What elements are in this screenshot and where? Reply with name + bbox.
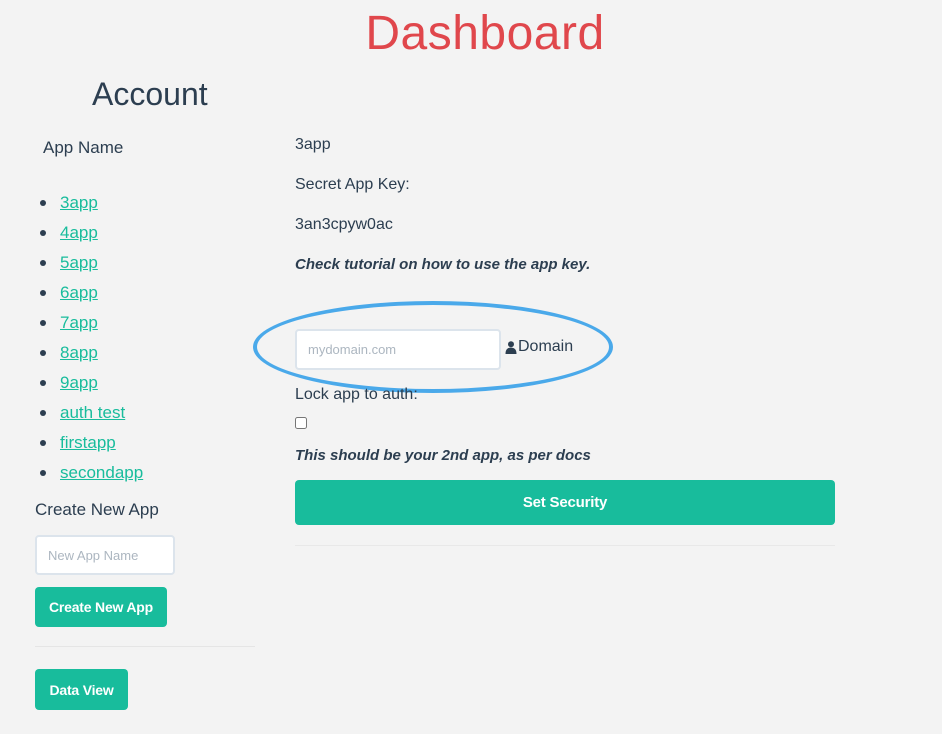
app-link-6app[interactable]: 6app <box>60 280 98 306</box>
bullet-icon <box>40 380 46 386</box>
domain-label: Domain <box>505 338 573 356</box>
list-item: 3app <box>40 188 143 218</box>
app-link-7app[interactable]: 7app <box>60 310 98 336</box>
app-link-4app[interactable]: 4app <box>60 220 98 246</box>
set-security-button[interactable]: Set Security <box>295 480 835 525</box>
list-item: secondapp <box>40 458 143 488</box>
list-item: auth test <box>40 398 143 428</box>
bullet-icon <box>40 470 46 476</box>
bullet-icon <box>40 260 46 266</box>
list-item: 9app <box>40 368 143 398</box>
list-item: 8app <box>40 338 143 368</box>
tutorial-note: Check tutorial on how to use the app key… <box>295 256 591 273</box>
sidebar-divider <box>35 646 255 647</box>
lock-app-checkbox[interactable] <box>295 417 307 429</box>
list-item: 7app <box>40 308 143 338</box>
bullet-icon <box>40 230 46 236</box>
app-link-5app[interactable]: 5app <box>60 250 98 276</box>
app-name-label: App Name <box>43 138 124 157</box>
app-link-firstapp[interactable]: firstapp <box>60 430 116 456</box>
page-title: Dashboard <box>365 7 605 60</box>
create-app-button[interactable]: Create New App <box>35 587 167 627</box>
user-icon <box>505 340 517 354</box>
bullet-icon <box>40 320 46 326</box>
selected-app-title: 3app <box>295 136 331 153</box>
data-view-button[interactable]: Data View <box>35 669 128 710</box>
bullet-icon <box>40 350 46 356</box>
bullet-icon <box>40 290 46 296</box>
app-link-auth-test[interactable]: auth test <box>60 400 125 426</box>
new-app-name-input[interactable] <box>35 535 175 575</box>
create-app-label: Create New App <box>35 500 159 519</box>
second-app-note: This should be your 2nd app, as per docs <box>295 447 591 464</box>
secret-key-value: 3an3cpyw0ac <box>295 216 393 233</box>
domain-label-text: Domain <box>518 338 574 355</box>
app-link-secondapp[interactable]: secondapp <box>60 460 143 486</box>
app-link-9app[interactable]: 9app <box>60 370 98 396</box>
bullet-icon <box>40 410 46 416</box>
list-item: firstapp <box>40 428 143 458</box>
app-link-8app[interactable]: 8app <box>60 340 98 366</box>
app-link-3app[interactable]: 3app <box>60 190 98 216</box>
app-list: 3app 4app 5app 6app 7app 8app 9app auth … <box>40 188 143 488</box>
bullet-icon <box>40 200 46 206</box>
secret-key-label: Secret App Key: <box>295 176 410 193</box>
bullet-icon <box>40 440 46 446</box>
list-item: 4app <box>40 218 143 248</box>
main-divider <box>295 545 835 546</box>
sidebar-title: Account <box>92 76 208 112</box>
list-item: 6app <box>40 278 143 308</box>
domain-input[interactable] <box>295 329 501 370</box>
lock-app-label: Lock app to auth: <box>295 386 418 403</box>
list-item: 5app <box>40 248 143 278</box>
